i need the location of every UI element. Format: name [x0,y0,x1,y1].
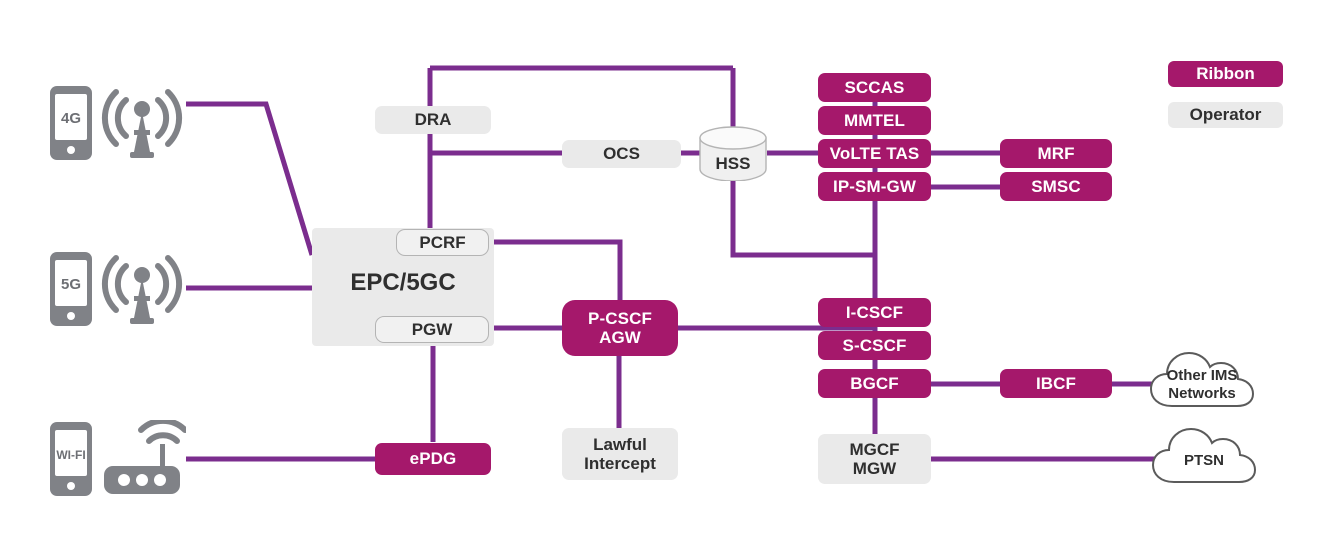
node-ip-sm-gw-label: IP-SM-GW [833,176,916,196]
node-mgcf-mgw-label-line1: MGCF [849,439,900,459]
node-pcrf[interactable]: PCRF [396,229,489,256]
cloud-other-ims-label-line2: Networks [1168,385,1236,402]
node-epdg[interactable]: ePDG [375,443,491,475]
node-mmtel[interactable]: MMTEL [818,106,931,135]
node-ocs[interactable]: OCS [562,140,681,168]
node-epdg-label: ePDG [409,449,457,469]
device-4g-screen-label: 4G [61,110,81,127]
legend-ribbon: Ribbon [1168,61,1283,87]
node-pgw[interactable]: PGW [375,316,489,343]
node-dra[interactable]: DRA [375,106,491,134]
node-lawful-intercept-label-line1: Lawful [593,434,647,454]
node-mgcf-mgw-label-line2: MGW [852,459,897,478]
node-lawful-intercept-label-line2: Intercept [584,454,656,473]
device-wifi-screen-label: WI-FI [56,448,85,462]
node-dra-label: DRA [414,110,452,130]
wifi-router-icon [104,417,188,494]
node-hss[interactable]: HSS [698,126,768,182]
device-5g-screen-label: 5G [61,276,81,293]
node-mrf-label: MRF [1037,143,1075,163]
node-ibcf-label: IBCF [1035,373,1077,393]
node-pcrf-label: PCRF [419,232,466,252]
cloud-other-ims-networks[interactable]: Other IMS Networks [1146,344,1258,416]
node-s-cscf-label: S-CSCF [842,335,907,355]
network-diagram: 4G 5G WI-FI EPC/5GC PCRF PGW DRA OCS HSS… [0,0,1330,555]
node-bgcf[interactable]: BGCF [818,369,931,398]
cloud-ptsn[interactable]: PTSN [1148,418,1260,492]
epc-5gc-label: EPC/5GC [350,269,456,296]
node-ocs-label: OCS [603,144,640,164]
node-volte-tas[interactable]: VoLTE TAS [818,139,931,168]
node-bgcf-label: BGCF [850,373,899,393]
node-volte-tas-label: VoLTE TAS [829,143,920,163]
device-4g: 4G [46,84,186,162]
legend-operator: Operator [1168,102,1283,128]
node-smsc-label: SMSC [1031,176,1081,196]
node-s-cscf[interactable]: S-CSCF [818,331,931,360]
device-wifi: WI-FI [46,417,188,498]
node-sccas-label: SCCAS [844,77,905,97]
cell-tower-icon [101,89,183,158]
node-hss-label: HSS [715,153,751,173]
wire-4g-to-epc [186,101,315,256]
node-ip-sm-gw[interactable]: IP-SM-GW [818,172,931,201]
node-p-cscf-agw[interactable]: P-CSCF AGW [562,300,678,356]
node-mgcf-mgw[interactable]: MGCF MGW [818,434,931,484]
cloud-other-ims-label-line1: Other IMS [1166,367,1238,384]
node-pgw-label: PGW [411,319,453,339]
wire-pcrf-to-pcscf [489,239,623,301]
legend-operator-label: Operator [1189,105,1262,124]
node-mmtel-label: MMTEL [844,110,905,130]
device-5g: 5G [46,250,186,328]
node-p-cscf-agw-label-line1: P-CSCF [588,308,652,328]
node-lawful-intercept[interactable]: Lawful Intercept [562,428,678,480]
cell-tower-icon [101,255,183,324]
cloud-ptsn-label: PTSN [1183,452,1224,469]
node-sccas[interactable]: SCCAS [818,73,931,102]
node-p-cscf-agw-label-line2: AGW [599,328,641,347]
node-mrf[interactable]: MRF [1000,139,1112,168]
node-i-cscf[interactable]: I-CSCF [818,298,931,327]
node-smsc[interactable]: SMSC [1000,172,1112,201]
node-i-cscf-label: I-CSCF [845,302,904,322]
node-ibcf[interactable]: IBCF [1000,369,1112,398]
legend-ribbon-label: Ribbon [1196,64,1255,83]
